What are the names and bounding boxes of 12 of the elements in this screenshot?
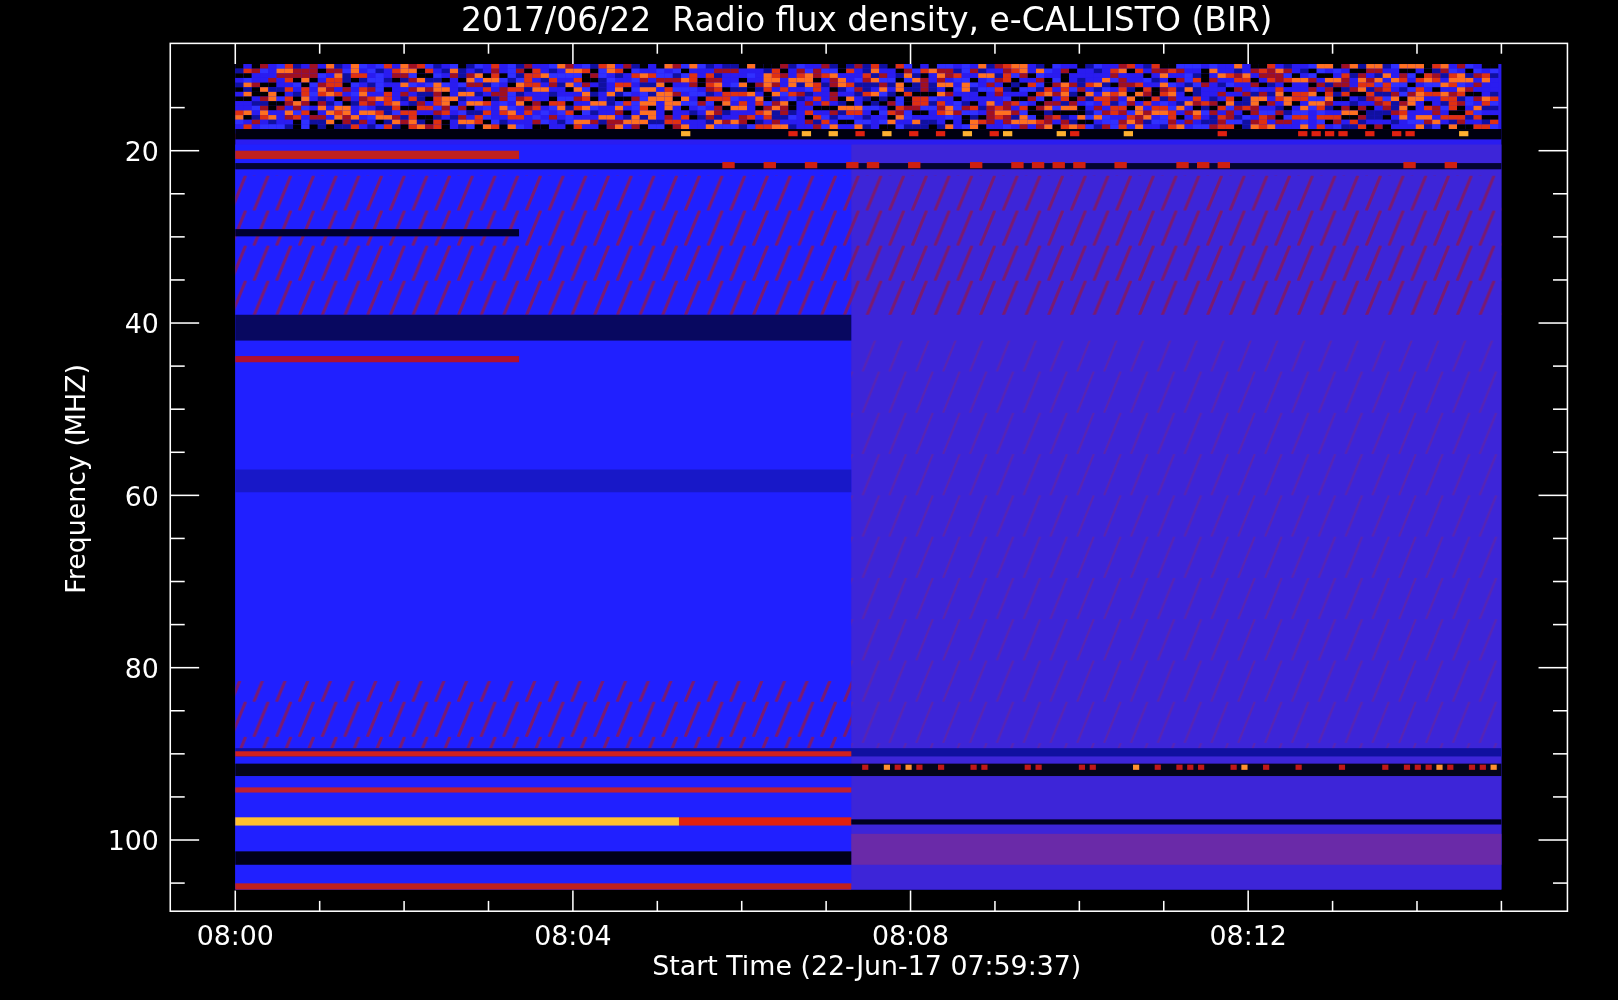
axis-title: Start Time (22-Jun-17 07:59:37): [652, 950, 1082, 982]
tick-label: 20: [124, 136, 159, 167]
chart-title: 2017/06/22 Radio flux density, e-CALLISTO (BIR): [461, 0, 1273, 39]
tick-label: 80: [124, 653, 159, 684]
tick-label: 60: [124, 480, 159, 512]
tick-label: 08:12: [1209, 920, 1287, 952]
tick-label: 08:04: [534, 920, 612, 952]
tick-label: 08:00: [196, 920, 274, 952]
tick-label: 08:08: [871, 920, 950, 952]
tick-label: 40: [124, 308, 159, 340]
axis-title: Frequency (MHZ): [59, 364, 91, 594]
tick-label: 100: [107, 825, 159, 857]
